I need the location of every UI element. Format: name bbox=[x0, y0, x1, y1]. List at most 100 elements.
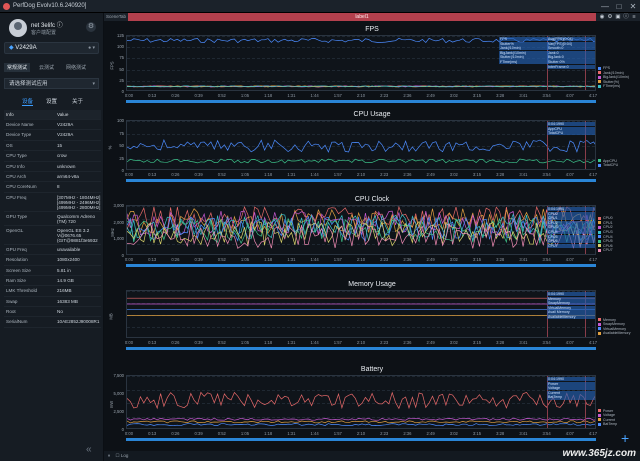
maximize-button[interactable]: □ bbox=[612, 0, 626, 13]
info-value: 10AE2852J90008R1 bbox=[57, 319, 100, 325]
scene-tab[interactable]: SceneTab bbox=[106, 14, 126, 19]
chart-area[interactable]: FPS Stutter% Jank(/10min) BigJank(/10min) St… bbox=[126, 35, 596, 91]
settings-icon[interactable]: ⚙ bbox=[606, 13, 614, 21]
legend-label: CPU0 bbox=[603, 216, 613, 221]
info-key: GPU Type bbox=[6, 213, 28, 219]
panel-title: FPS bbox=[365, 26, 379, 33]
log-label[interactable]: Log bbox=[121, 453, 129, 458]
timeline-scrubber[interactable] bbox=[126, 438, 596, 441]
y-axis-unit: FPS bbox=[109, 61, 115, 70]
info-icon[interactable]: ⓘ bbox=[57, 23, 63, 29]
x-tick-label: 3:41 bbox=[519, 257, 528, 262]
legend-swatch bbox=[598, 418, 601, 422]
legend-label: FPS bbox=[603, 66, 610, 70]
legend-item[interactable]: CPU7 bbox=[598, 248, 613, 253]
scene-tab-strip: SceneTab label1 ◉ ⚙ ▣ ⓘ ≡ bbox=[104, 13, 640, 21]
x-tick-label: 0:00 bbox=[124, 340, 134, 345]
info-key: SerialNum bbox=[6, 319, 28, 325]
table-row: SerialNum 10AE2852J90008R1 bbox=[4, 317, 101, 328]
legend-swatch bbox=[598, 221, 601, 225]
tooltip-line: CPU3 bbox=[547, 225, 595, 230]
legend-item[interactable]: AvailableMemory bbox=[598, 331, 631, 336]
legend-label: AppCPU bbox=[603, 158, 617, 163]
mode-tab[interactable]: 云测试 bbox=[36, 63, 57, 72]
chart-area[interactable]: 0:04:1990 AppCPU TotalCPU bbox=[126, 120, 596, 170]
legend-label: CPU6 bbox=[603, 243, 613, 248]
x-tick-label: 0:13 bbox=[148, 257, 157, 262]
timeline-scrubber[interactable] bbox=[126, 347, 596, 350]
timeline-scrubber[interactable] bbox=[126, 100, 596, 103]
timeline-scrubber[interactable] bbox=[126, 264, 596, 267]
chart-area[interactable]: 0:04:1990 Memory SwapMemory VirtualMemory Av… bbox=[126, 290, 596, 338]
gear-icon[interactable]: ⚙ bbox=[86, 22, 96, 32]
table-row: OpenGL OpenGL ES 3.2 V@0676.65 (GIT@9881f… bbox=[4, 226, 101, 245]
table-row: Device Type V2429A bbox=[4, 130, 101, 141]
menu-icon[interactable]: ≡ bbox=[630, 13, 638, 21]
timeline-scrubber[interactable] bbox=[126, 179, 596, 182]
sidebar: net 3elifc ⓘ 客户端配置 ⚙ ◆ V2429A ● ▾ 常规测试 云测… bbox=[0, 13, 104, 461]
table-row: OS 15 bbox=[4, 141, 101, 152]
pause-icon[interactable]: ⏸ bbox=[108, 453, 110, 458]
info-value: V2429A bbox=[57, 122, 74, 127]
tooltip-line: CPU0 bbox=[547, 211, 595, 216]
device-select[interactable]: ◆ V2429A ● ▾ bbox=[4, 42, 99, 54]
log-icon[interactable]: ☐ bbox=[116, 453, 120, 458]
add-panel-button[interactable]: + bbox=[621, 430, 629, 446]
info-tab[interactable]: 设置 bbox=[46, 97, 57, 105]
x-tick-label: 1:31 bbox=[287, 431, 296, 436]
info-value: 1080x2400 bbox=[57, 257, 80, 263]
x-tick-label: 1:18 bbox=[264, 257, 273, 262]
panel-title: CPU Clock bbox=[354, 196, 390, 203]
legend-swatch bbox=[598, 225, 601, 229]
table-row: GPU Type Qualcomm Adreno (TM) 720 bbox=[4, 212, 101, 226]
mode-tab[interactable]: 网络测试 bbox=[63, 63, 89, 72]
info-icon[interactable]: ⓘ bbox=[622, 13, 630, 21]
info-key: CPU Info bbox=[6, 163, 25, 169]
legend-label: CPU5 bbox=[603, 239, 613, 244]
tooltip-line: CPU1 bbox=[547, 216, 595, 221]
hover-tooltip: Avg(FPS)[0:04] Var(FPS)[0:04] Smooth:0 Jank… bbox=[547, 37, 595, 69]
collapse-sidebar-icon[interactable]: « bbox=[86, 444, 92, 455]
legend-swatch bbox=[598, 248, 601, 252]
camera-icon[interactable]: ▣ bbox=[614, 13, 622, 21]
x-tick-label: 0:26 bbox=[171, 431, 180, 436]
x-tick-label: 0:52 bbox=[217, 340, 226, 345]
tooltip-line: BatTemp bbox=[547, 395, 595, 400]
legend-item[interactable]: FTime(ms) bbox=[598, 84, 629, 89]
info-value: OpenGL ES 3.2 V@0676.65 (GIT@9881f3e5932 bbox=[57, 227, 98, 243]
avatar[interactable] bbox=[9, 19, 27, 37]
x-tick-label: 2:23 bbox=[380, 93, 389, 98]
x-axis: 0:00 0:13 0:26 0:39 0:52 1:05 1:18 1:31 1:44 1:57… bbox=[125, 93, 597, 99]
y-axis-unit: MHz bbox=[109, 228, 115, 237]
legend-item[interactable]: BatTemp bbox=[598, 422, 617, 427]
tooltip-line: Current bbox=[547, 390, 595, 395]
info-tab[interactable]: 关于 bbox=[72, 97, 83, 105]
y-tick-label: 25 bbox=[119, 155, 124, 161]
chevron-down-icon: ▾ bbox=[92, 81, 95, 87]
x-axis: 0:00 0:13 0:26 0:39 0:52 1:05 1:18 1:31 1:44 1:57… bbox=[125, 431, 597, 437]
x-tick-label: 1:31 bbox=[287, 257, 296, 262]
minimize-button[interactable]: — bbox=[598, 0, 612, 13]
mode-tab[interactable]: 常规测试 bbox=[4, 63, 31, 72]
info-tab[interactable]: 设备 bbox=[22, 97, 34, 106]
app-select[interactable]: 请选择测试应用 ▾ bbox=[4, 78, 99, 89]
chart-area[interactable]: 0:04:1990 CPU0 CPU1 CPU2 CPU3 CPU4 CPU5 CPU6 CPU… bbox=[126, 205, 596, 255]
main-area: SceneTab label1 ◉ ⚙ ▣ ⓘ ≡ FPS 125 100 75 50 25 0 FP… bbox=[104, 13, 640, 461]
location-icon[interactable]: ◉ bbox=[598, 13, 606, 21]
close-button[interactable]: ✕ bbox=[626, 0, 640, 13]
user-subtitle[interactable]: 客户端配置 bbox=[31, 29, 56, 36]
x-tick-label: 4:17 bbox=[588, 172, 598, 177]
x-axis: 0:00 0:13 0:26 0:39 0:52 1:05 1:18 1:31 1:44 1:57… bbox=[125, 172, 598, 178]
info-key: CPU Arch bbox=[6, 173, 27, 179]
x-tick-label: 2:10 bbox=[356, 431, 366, 436]
y-tick-label: 75 bbox=[119, 130, 124, 136]
legend-label: BigJank(/10min) bbox=[603, 75, 629, 80]
x-tick-label: 1:05 bbox=[240, 93, 250, 98]
label-bar[interactable]: label1 bbox=[128, 13, 596, 21]
legend-item[interactable]: TotalCPU bbox=[598, 163, 618, 168]
x-tick-label: 4:07 bbox=[565, 340, 574, 345]
tooltip-line: 0:04:1990 bbox=[547, 292, 595, 297]
chart-area[interactable]: 0:04:1990 Power Voltage Current BatTemp bbox=[126, 375, 596, 429]
y-tick-label: 0 bbox=[121, 89, 124, 94]
series-line-totalcpu bbox=[127, 139, 595, 153]
